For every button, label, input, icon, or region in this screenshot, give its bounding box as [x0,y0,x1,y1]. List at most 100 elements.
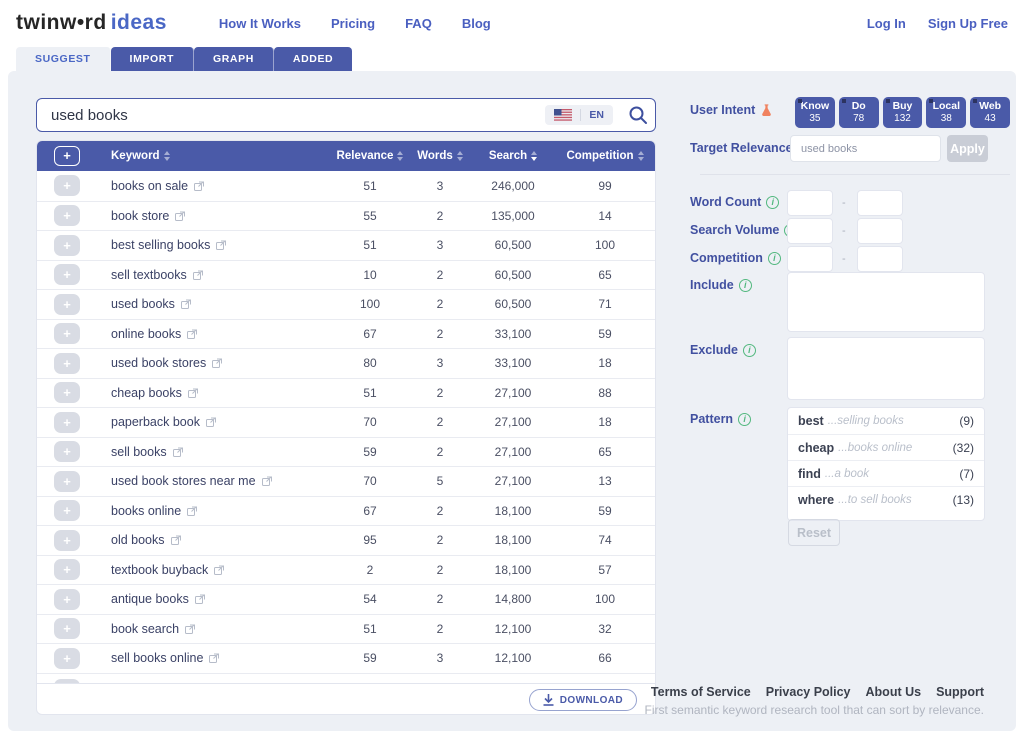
sort-search-icon[interactable] [531,151,538,161]
pattern-item[interactable]: best ...selling books (9) [788,408,984,434]
tab-bar: SUGGEST IMPORT GRAPH ADDED [16,47,353,71]
nav-link[interactable]: How It Works [219,16,301,31]
top-navbar: twinw•rd ideas How It Works Pricing FAQ B… [0,0,1024,46]
apply-button[interactable]: Apply [947,135,988,162]
word-count-min-input[interactable] [787,190,833,216]
add-keyword-button[interactable]: + [54,323,80,345]
brand-logo[interactable]: twinw•rd ideas [16,11,167,35]
sort-keyword-icon[interactable] [163,151,170,161]
language-selector[interactable]: EN [545,105,613,125]
keyword-link[interactable]: sell books online [111,651,220,665]
info-icon[interactable]: i [738,412,752,426]
add-keyword-button[interactable]: + [54,618,80,640]
column-keyword[interactable]: Keyword [97,150,331,162]
keyword-link[interactable]: sell books [111,445,183,459]
nav-link[interactable]: Pricing [331,16,375,31]
search-input[interactable] [37,106,546,124]
intent-filter-button[interactable]: Web 43 [970,97,1010,128]
search-volume-label: Search Volumei [690,223,798,237]
keyword-link[interactable]: book search [111,622,196,636]
add-keyword-button[interactable]: + [54,175,80,197]
intent-filter-button[interactable]: Local 38 [926,97,967,128]
search-volume-min-input[interactable] [787,218,833,244]
external-link-icon [216,240,227,251]
sort-relevance-icon[interactable] [397,151,404,161]
info-icon[interactable]: i [766,195,780,209]
include-textarea[interactable] [787,272,985,332]
keyword-link[interactable]: used book stores [111,356,223,370]
footer-link[interactable]: Privacy Policy [766,685,851,699]
tab-import[interactable]: IMPORT [110,47,194,71]
pattern-item[interactable]: where ...to sell books (13) [788,486,984,512]
column-words[interactable]: Words [409,150,471,162]
footer-link[interactable]: About Us [866,685,922,699]
table-header: + Keyword Relevance Words Search Competi… [37,141,655,171]
reset-button[interactable]: Reset [788,519,840,546]
search-volume-max-input[interactable] [857,218,903,244]
competition-min-input[interactable] [787,246,833,272]
keyword-link[interactable]: used books [111,297,191,311]
exclude-textarea[interactable] [787,337,985,400]
keyword-link[interactable]: textbook buyback [111,563,225,577]
add-keyword-button[interactable]: + [54,647,80,669]
add-keyword-button[interactable]: + [54,382,80,404]
intent-filter-button[interactable]: Buy 132 [882,97,923,128]
keyword-link[interactable]: cheap books [111,386,198,400]
intent-filter-button[interactable]: Know 35 [795,97,835,128]
pattern-item[interactable]: cheap ...books online (32) [788,434,984,460]
info-icon[interactable]: i [742,343,756,357]
keyword-link[interactable]: best selling books [111,238,227,252]
competition-max-input[interactable] [857,246,903,272]
keyword-link[interactable]: paperback book [111,415,216,429]
keyword-link[interactable]: used book stores near me [111,474,272,488]
relevance-value: 55 [363,208,377,223]
sort-competition-icon[interactable] [637,151,644,161]
table-row: + used books 100 2 60,500 71 [37,289,655,319]
tab-graph[interactable]: GRAPH [193,47,274,71]
column-search[interactable]: Search [471,150,555,162]
pattern-item[interactable]: find ...a book (7) [788,460,984,486]
info-icon[interactable]: i [738,278,752,292]
keyword-link[interactable]: antique books [111,592,205,606]
add-keyword-button[interactable]: + [54,411,80,433]
target-relevance-input[interactable] [790,135,941,162]
add-keyword-button[interactable]: + [54,441,80,463]
info-icon[interactable]: i [767,251,781,265]
keyword-link[interactable]: sell textbooks [111,268,203,282]
signup-link[interactable]: Sign Up Free [928,16,1008,31]
keyword-link[interactable]: book store [111,209,186,223]
word-count-max-input[interactable] [857,190,903,216]
nav-link[interactable]: Blog [462,16,491,31]
nav-link[interactable]: FAQ [405,16,432,31]
add-keyword-button[interactable]: + [54,470,80,492]
add-all-button[interactable]: + [54,146,80,166]
table-row: + books online 67 2 18,100 59 [37,495,655,526]
column-relevance[interactable]: Relevance [331,150,409,162]
search-button[interactable] [621,99,655,131]
sort-words-icon[interactable] [456,151,463,161]
add-keyword-button[interactable]: + [54,352,80,374]
add-keyword-button[interactable]: + [54,588,80,610]
add-keyword-button[interactable]: + [54,293,80,315]
add-keyword-button[interactable]: + [54,559,80,581]
tab-added[interactable]: ADDED [273,47,353,71]
search-volume-value: 246,000 [491,178,535,193]
keyword-link[interactable]: books online [111,504,198,518]
add-keyword-button[interactable]: + [54,234,80,256]
keyword-link[interactable]: books on sale [111,179,205,193]
add-keyword-button[interactable]: + [54,529,80,551]
column-competition[interactable]: Competition [555,150,655,162]
keyword-search-box: EN [36,98,656,132]
add-keyword-button[interactable]: + [54,500,80,522]
keyword-link[interactable]: online books [111,327,198,341]
add-keyword-button[interactable]: + [54,264,80,286]
footer-link[interactable]: Terms of Service [651,685,751,699]
login-link[interactable]: Log In [867,16,906,31]
footer-link[interactable]: Support [936,685,984,699]
keyword-link[interactable]: old books [111,533,181,547]
intent-filter-button[interactable]: Do 78 [838,97,879,128]
tab-suggest[interactable]: SUGGEST [16,47,111,71]
table-row: + textbook buyback 2 2 18,100 57 [37,554,655,585]
search-volume-value: 14,800 [494,592,532,607]
add-keyword-button[interactable]: + [54,205,80,227]
